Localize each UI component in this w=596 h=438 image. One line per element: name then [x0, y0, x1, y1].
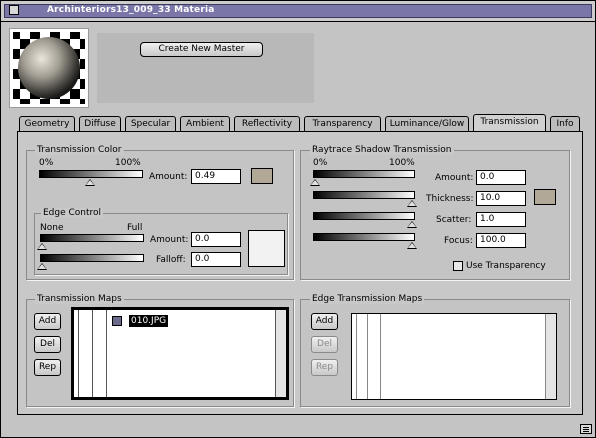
- material-window: Archinteriors13_009_33 Materia Create Ne…: [0, 0, 596, 438]
- edge-amount-thumb[interactable]: [37, 243, 47, 250]
- transmission-add-button[interactable]: Add: [34, 313, 61, 330]
- scatter-label: Scatter:: [436, 215, 472, 225]
- focus-label: Focus:: [444, 236, 473, 246]
- transmission-min-label: 0%: [39, 158, 54, 168]
- transmission-amount-slider[interactable]: [39, 170, 143, 178]
- edge-transmission-maps-list[interactable]: [351, 313, 557, 400]
- list-divider: [106, 310, 107, 397]
- transmission-color-group: Transmission Color 0% 100% Amount: 0.49 …: [26, 145, 294, 280]
- transmission-amount-label: Amount:: [149, 172, 188, 182]
- thickness-field[interactable]: 10.0: [476, 191, 526, 206]
- tab-transparency[interactable]: Transparency: [304, 116, 381, 131]
- edge-del-button: Del: [311, 336, 338, 353]
- list-divider: [78, 310, 79, 397]
- edge-transmission-maps-group: Edge Transmission Maps Add Del Rep: [300, 294, 570, 407]
- edge-amount-field[interactable]: 0.0: [191, 232, 241, 247]
- transmission-color-swatch[interactable]: [251, 168, 273, 184]
- scatter-field[interactable]: 1.0: [476, 212, 526, 227]
- scatter-slider[interactable]: [313, 212, 415, 220]
- raytrace-amount-label: Amount:: [435, 173, 474, 183]
- list-divider: [356, 314, 357, 399]
- window-title: Archinteriors13_009_33 Materia: [47, 5, 215, 15]
- raytrace-shadow-group: Raytrace Shadow Transmission 0% 100% Amo…: [300, 145, 570, 280]
- master-area: Create New Master: [97, 33, 314, 103]
- thickness-slider[interactable]: [313, 191, 415, 199]
- edge-control-title: Edge Control: [41, 208, 104, 218]
- thickness-thumb[interactable]: [407, 200, 417, 207]
- edge-none-label: None: [40, 223, 64, 233]
- transmission-color-title: Transmission Color: [35, 145, 124, 155]
- edge-transmission-maps-title: Edge Transmission Maps: [310, 294, 425, 304]
- raytrace-amount-thumb[interactable]: [310, 179, 320, 186]
- thickness-label: Thickness:: [426, 194, 474, 204]
- close-box-icon[interactable]: [9, 5, 19, 15]
- transmission-slider-thumb[interactable]: [85, 179, 95, 186]
- transmission-maps-group: Transmission Maps Add Del Rep 010.JPG: [26, 294, 294, 407]
- list-divider: [92, 310, 93, 397]
- edge-full-label: Full: [127, 223, 143, 233]
- checker-sphere-preview: [13, 32, 85, 104]
- tab-luminance-glow[interactable]: Luminance/Glow: [385, 116, 469, 131]
- focus-slider[interactable]: [313, 233, 415, 241]
- edge-falloff-field[interactable]: 0.0: [191, 252, 241, 267]
- raytrace-amount-slider[interactable]: [313, 170, 415, 178]
- tab-info[interactable]: Info: [550, 116, 580, 131]
- tab-specular[interactable]: Specular: [125, 116, 176, 131]
- tab-ambient[interactable]: Ambient: [180, 116, 230, 131]
- tab-transmission[interactable]: Transmission: [473, 114, 546, 132]
- scatter-thumb[interactable]: [407, 221, 417, 228]
- transmission-panel: Transmission Color 0% 100% Amount: 0.49 …: [17, 131, 583, 415]
- list-divider: [380, 314, 381, 399]
- edge-control-group: Edge Control None Full Amount: 0.0 Fallo…: [34, 208, 288, 275]
- edge-falloff-slider[interactable]: [40, 254, 144, 262]
- resize-grip-icon[interactable]: [580, 424, 592, 434]
- raytrace-amount-field[interactable]: 0.0: [476, 170, 526, 185]
- use-transparency-checkbox[interactable]: [453, 261, 463, 271]
- transmission-amount-field[interactable]: 0.49: [191, 169, 241, 184]
- map-file-name[interactable]: 010.JPG: [129, 315, 169, 327]
- raytrace-max-label: 100%: [389, 158, 415, 168]
- raytrace-color-swatch[interactable]: [534, 189, 556, 205]
- create-new-master-button[interactable]: Create New Master: [140, 42, 263, 57]
- use-transparency-label: Use Transparency: [466, 261, 546, 271]
- edge-falloff-thumb[interactable]: [37, 263, 47, 270]
- transmission-del-button[interactable]: Del: [34, 336, 61, 353]
- transmission-maps-title: Transmission Maps: [35, 294, 124, 304]
- focus-field[interactable]: 100.0: [476, 233, 526, 248]
- edge-amount-slider[interactable]: [40, 234, 144, 242]
- tab-diffuse[interactable]: Diffuse: [79, 116, 121, 131]
- edge-rep-button: Rep: [311, 359, 338, 376]
- focus-thumb[interactable]: [407, 242, 417, 249]
- list-scrollbar[interactable]: [546, 314, 556, 399]
- tab-bar: Geometry Diffuse Specular Ambient Reflec…: [17, 114, 583, 132]
- image-file-icon: [112, 316, 122, 326]
- edge-color-swatch[interactable]: [248, 230, 285, 267]
- raytrace-min-label: 0%: [313, 158, 328, 168]
- list-divider: [367, 314, 368, 399]
- material-preview: [9, 28, 89, 108]
- edge-falloff-label: Falloff:: [156, 255, 186, 265]
- transmission-rep-button[interactable]: Rep: [34, 359, 61, 376]
- title-bar[interactable]: Archinteriors13_009_33 Materia: [1, 1, 595, 22]
- raytrace-title: Raytrace Shadow Transmission: [310, 145, 454, 155]
- tab-reflectivity[interactable]: Reflectivity: [234, 116, 300, 131]
- transmission-max-label: 100%: [115, 158, 141, 168]
- tab-geometry[interactable]: Geometry: [19, 116, 75, 131]
- list-scrollbar[interactable]: [276, 310, 286, 397]
- edge-amount-label: Amount:: [150, 235, 189, 245]
- transmission-maps-list[interactable]: 010.JPG: [71, 307, 289, 400]
- edge-add-button[interactable]: Add: [311, 313, 338, 330]
